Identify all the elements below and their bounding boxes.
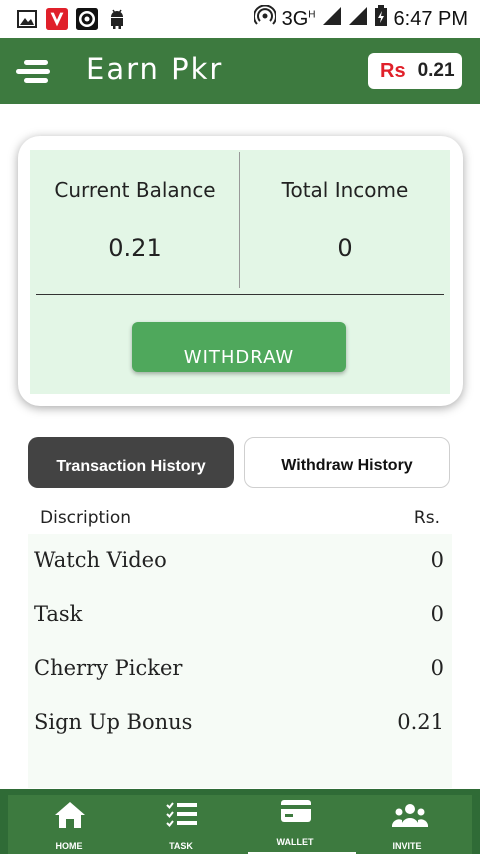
status-time: 6:47 PM	[393, 7, 468, 30]
list-header: Discription Rs.	[28, 500, 452, 534]
circle-app-icon	[76, 8, 98, 30]
wallet-card-panel: Current Balance 0.21 Total Income 0 WITH…	[30, 150, 450, 394]
tab-transaction-history[interactable]: Transaction History	[28, 437, 234, 488]
current-balance-label: Current Balance	[54, 178, 216, 202]
header-description: Discription	[40, 508, 132, 528]
signal-icon	[348, 6, 368, 32]
nav-invite[interactable]: INVITE	[352, 795, 462, 854]
list-item-value: 0	[430, 602, 444, 626]
list-item-value: 0.21	[397, 710, 444, 734]
network-type: 3GH	[281, 7, 316, 30]
current-balance-value: 0.21	[108, 234, 162, 262]
signal-icon	[322, 6, 342, 32]
nav-invite-label: INVITE	[392, 841, 422, 851]
rupee-icon: Rs	[380, 59, 406, 82]
bottom-nav-bar: HOME TASK WALLET INVITE	[8, 795, 472, 854]
list-item-label: Cherry Picker	[34, 656, 183, 680]
list-item-value: 0	[430, 656, 444, 680]
current-balance-section: Current Balance 0.21	[30, 150, 240, 290]
total-income-section: Total Income 0	[240, 150, 450, 290]
nav-task-label: TASK	[169, 841, 193, 851]
battery-icon	[374, 5, 388, 33]
task-list-icon	[166, 801, 198, 829]
image-icon	[16, 8, 38, 30]
transaction-list: Discription Rs. Watch Video 0 Task 0 Che…	[28, 500, 452, 788]
balance-badge[interactable]: Rs 0.21	[368, 53, 462, 89]
wallet-card-icon	[280, 797, 312, 825]
list-item: Task 0	[28, 588, 452, 642]
status-bar: 3GH 6:47 PM	[0, 0, 480, 38]
home-icon	[54, 801, 86, 829]
android-icon	[106, 8, 128, 30]
total-income-label: Total Income	[281, 178, 409, 202]
horizontal-divider	[36, 294, 444, 295]
total-income-value: 0	[337, 234, 353, 262]
list-item-value: 0	[430, 548, 444, 572]
nav-wallet-label: WALLET	[276, 837, 314, 847]
tab-withdraw-history[interactable]: Withdraw History	[244, 437, 450, 488]
withdraw-button[interactable]: WITHDRAW	[132, 322, 346, 372]
users-icon	[391, 801, 429, 829]
bottom-nav: HOME TASK WALLET INVITE	[0, 789, 480, 854]
wallet-card: Current Balance 0.21 Total Income 0 WITH…	[18, 136, 463, 406]
list-item: Sign Up Bonus 0.21	[28, 696, 452, 750]
nav-home-label: HOME	[55, 841, 83, 851]
nav-wallet[interactable]: WALLET	[240, 795, 350, 854]
list-item: Watch Video 0	[28, 534, 452, 588]
list-item-label: Task	[34, 602, 83, 626]
history-tabs: Transaction History Withdraw History	[28, 437, 450, 489]
menu-icon[interactable]	[16, 58, 54, 86]
balance-badge-value: 0.21	[417, 60, 455, 81]
list-item-label: Sign Up Bonus	[34, 710, 193, 734]
list-item: Cherry Picker 0	[28, 642, 452, 696]
app-title: Earn Pkr	[86, 52, 224, 86]
nav-home[interactable]: HOME	[14, 795, 124, 854]
nav-task[interactable]: TASK	[126, 795, 236, 854]
vlc-v-icon	[46, 8, 68, 30]
app-bar: Earn Pkr Rs 0.21	[0, 38, 480, 104]
list-item-label: Watch Video	[34, 548, 167, 572]
hotspot-icon	[252, 4, 277, 33]
header-amount: Rs.	[413, 508, 440, 528]
